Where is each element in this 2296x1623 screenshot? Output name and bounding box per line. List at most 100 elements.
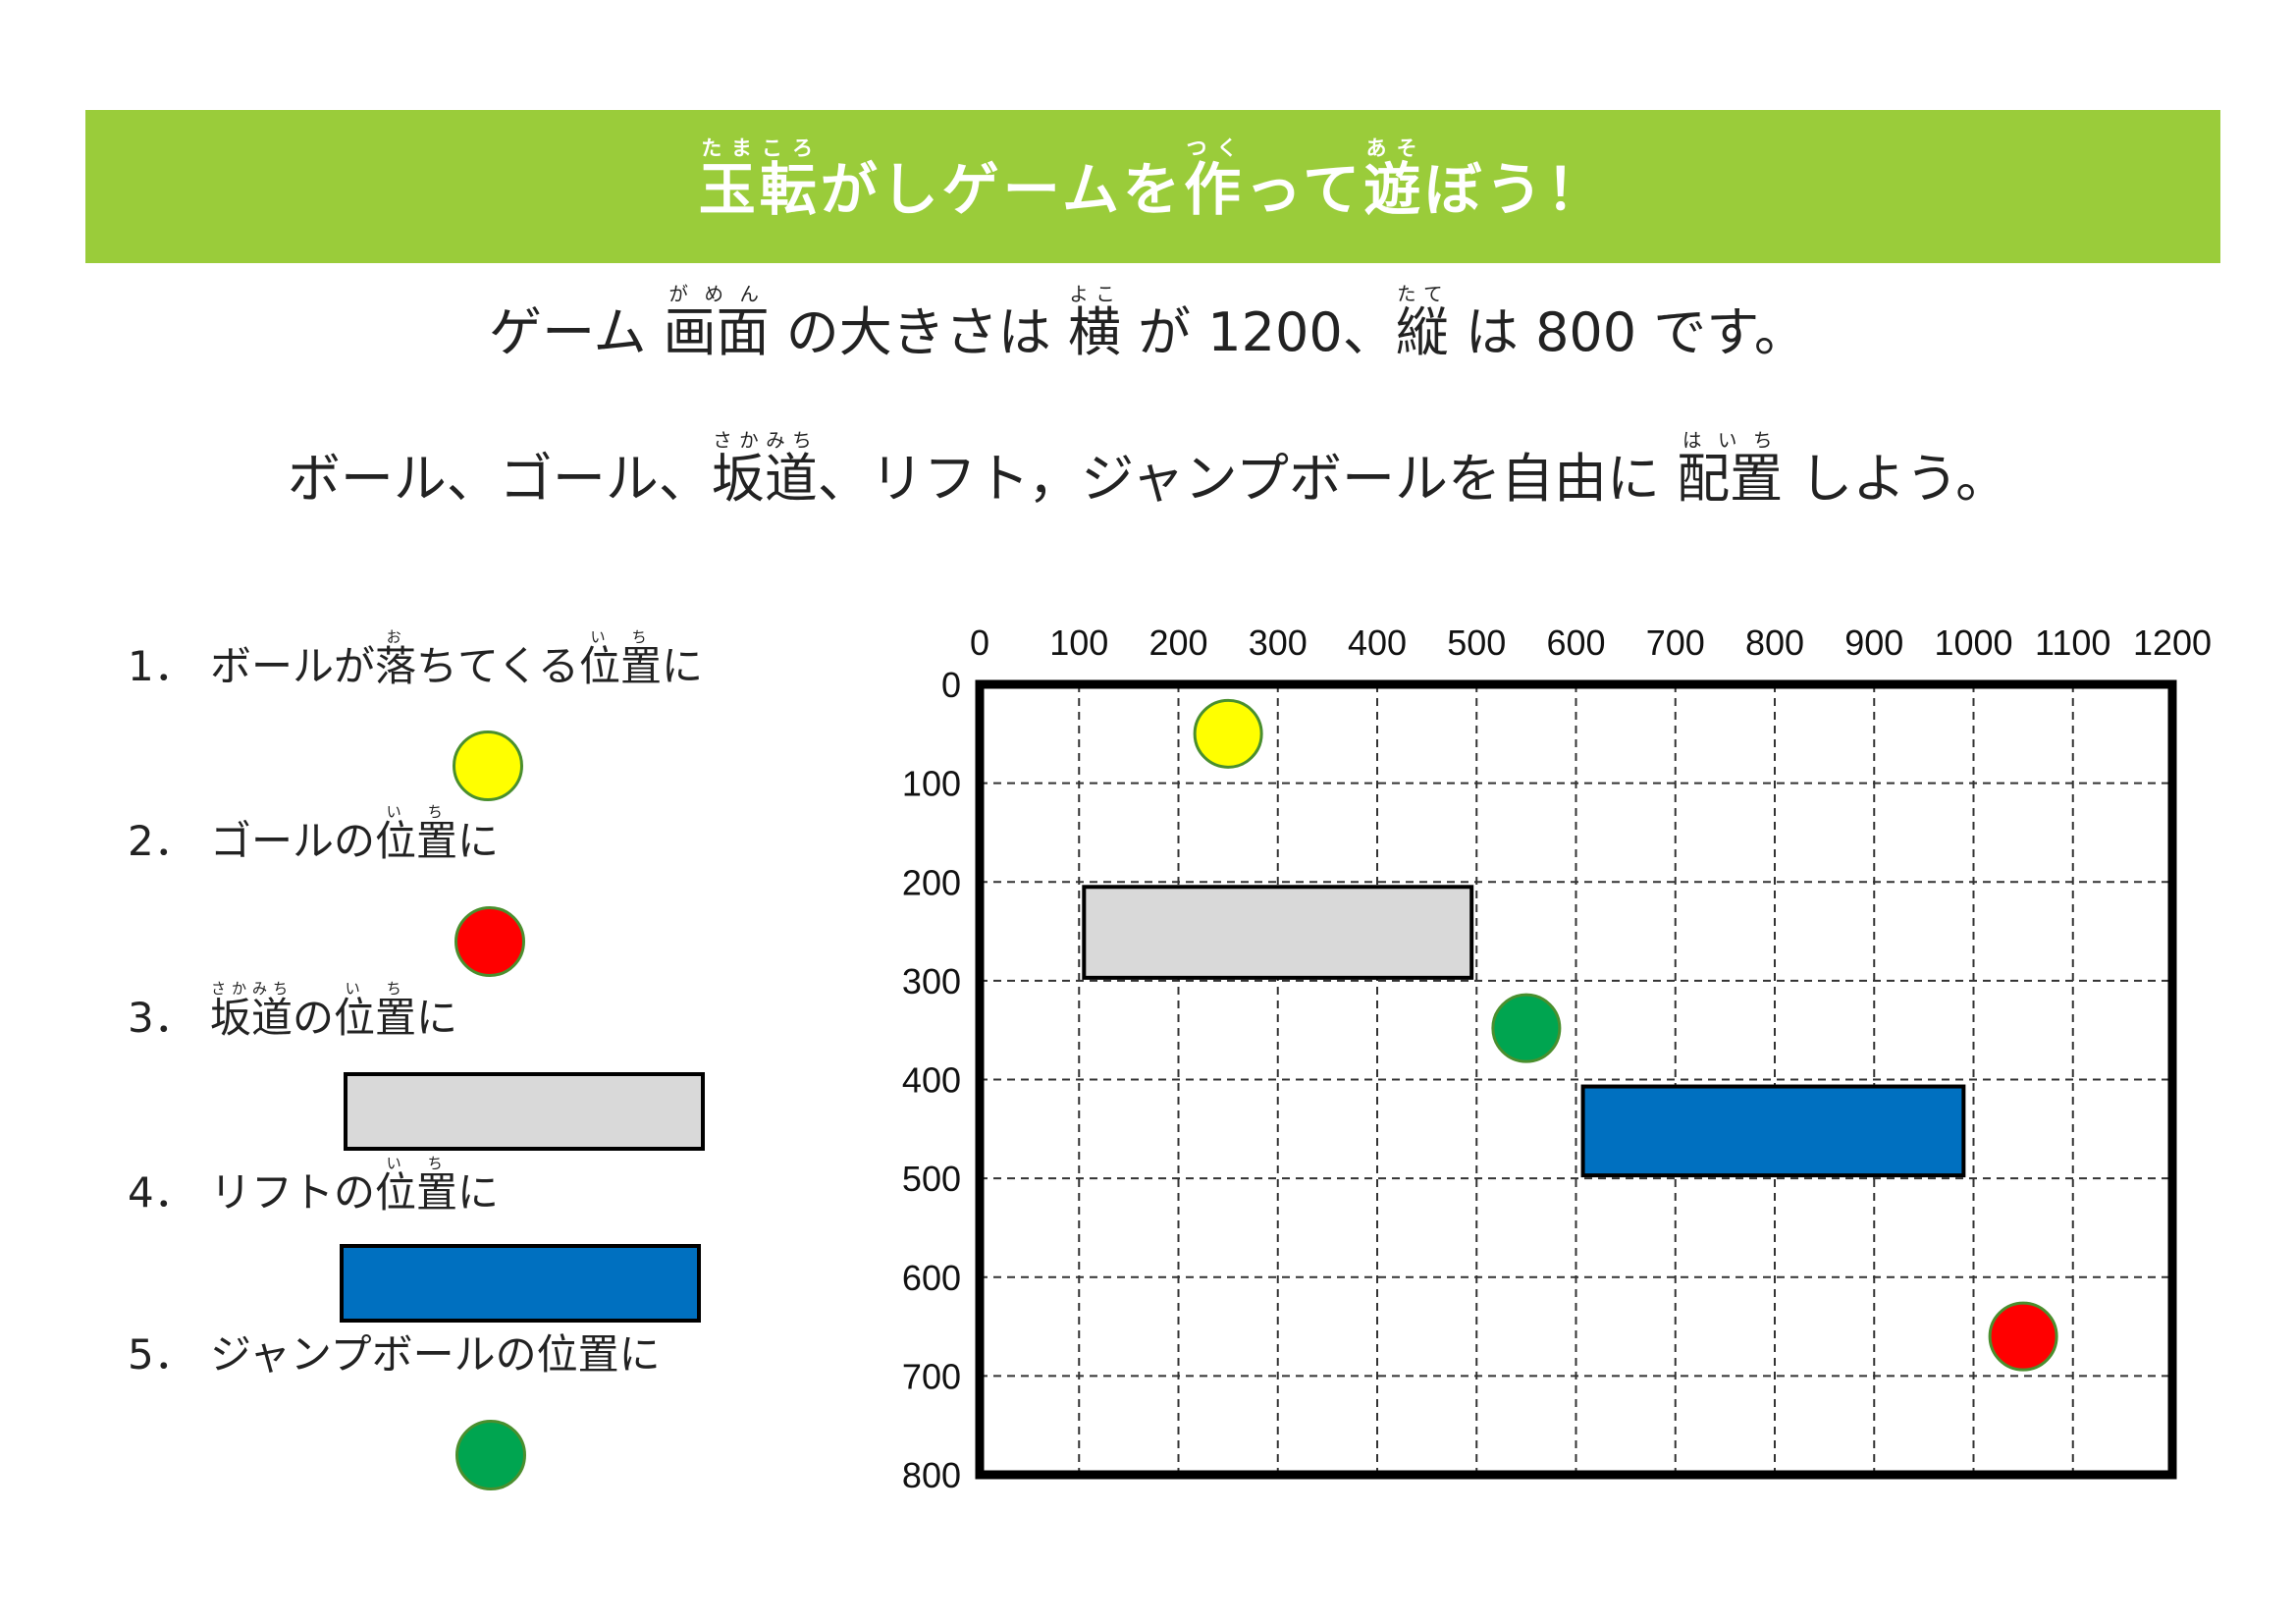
step-5-number: 5．	[128, 1330, 195, 1379]
x-tick-label-0: 0	[970, 622, 989, 663]
y-tick-label-600: 600	[902, 1258, 961, 1298]
ruby-ichi: 位置いち	[334, 980, 417, 1042]
step-3-number: 3．	[128, 994, 195, 1042]
step-2-c: に	[457, 817, 500, 865]
x-tick-label-900: 900	[1844, 622, 1903, 663]
title-part2: って	[1245, 156, 1364, 224]
step-3-label: 3． 坂道さかみちの位置いちに	[128, 980, 457, 1051]
x-tick-label-1200: 1200	[2133, 622, 2212, 663]
intro1-ruby-gamen: がめん	[663, 283, 770, 305]
intro1-b: の大きさは	[769, 301, 1068, 363]
x-tick-label-1000: 1000	[1934, 622, 2012, 663]
title-kanji-aso: 遊	[1363, 156, 1425, 224]
intro2-c: しよう。	[1783, 448, 2009, 510]
grid-ball	[1193, 698, 1263, 769]
x-tick-label-200: 200	[1148, 622, 1207, 663]
steps-legend: 1． ボールが落おちてくる位置いちに 2． ゴールの位置いちに 3． 坂道さかみちの位…	[128, 628, 775, 1512]
step-2-number: 2．	[128, 817, 195, 865]
step-4-ruby-ichi: いち	[375, 1155, 458, 1172]
step-1-ruby-ichi: いち	[578, 628, 662, 646]
intro-instructions: ボール、ゴール、坂道さかみち、リフト，ジャンプボールを自由に 配置はいち しよう…	[0, 429, 2296, 521]
step-1-kanji-ichi: 位置	[578, 642, 662, 690]
gray-slope-icon	[344, 1072, 705, 1151]
intro-screen-size: ゲーム 画面がめん の大きさは 横よこ が 1200、縦たて は 800 です。	[0, 283, 2296, 375]
ruby-o: 落お	[375, 628, 417, 690]
title-ruby-tsuku: つく	[1184, 136, 1246, 161]
ruby-sakamichi: 坂道さかみち	[711, 429, 818, 510]
step-4-a: リフトの	[210, 1168, 376, 1217]
yellow-ball-icon	[453, 730, 523, 801]
step-1-ruby-o: お	[375, 628, 417, 646]
page-title: 玉転たまころがしゲームを作つくって遊あそぼう！	[699, 136, 1607, 236]
y-tick-label-800: 800	[902, 1455, 961, 1495]
grid-border	[975, 679, 2177, 1480]
ruby-ichi: 位置いち	[578, 628, 662, 690]
y-tick-label-200: 200	[902, 862, 961, 902]
intro2-ruby-sakamichi: さかみち	[711, 429, 818, 452]
intro1-a: ゲーム	[489, 301, 664, 363]
ruby-ichi: 位置いち	[375, 803, 458, 865]
step-1-number: 1．	[128, 642, 195, 690]
y-tick-label-0: 0	[941, 665, 961, 705]
ruby-sakamichi: 坂道さかみち	[210, 980, 294, 1042]
intro2-ruby-haichi: はいち	[1677, 429, 1784, 452]
step-3-ruby-sakamichi: さかみち	[210, 980, 293, 998]
intro1-kanji-yoko: 横	[1067, 301, 1121, 363]
intro1-ruby-tate: たて	[1395, 283, 1449, 305]
x-tick-label-1100: 1100	[2035, 622, 2110, 663]
step-2-label: 2． ゴールの位置いちに	[128, 803, 499, 874]
y-tick-label-700: 700	[902, 1356, 961, 1396]
intro1-ruby-yoko: よこ	[1067, 283, 1121, 305]
intro1-c: が 1200、	[1120, 301, 1396, 363]
step-1-b: ちてくる	[416, 642, 579, 690]
title-kanji-tsuku: 作	[1184, 156, 1246, 224]
grid-goal	[1988, 1301, 2058, 1372]
y-tick-label-500: 500	[902, 1159, 961, 1199]
title-part3: ぼう！	[1424, 156, 1608, 224]
step-2-kanji-ichi: 位置	[375, 817, 458, 865]
x-tick-label-800: 800	[1745, 622, 1804, 663]
y-tick-label-100: 100	[902, 764, 961, 804]
ruby-haichi: 配置はいち	[1677, 429, 1784, 510]
step-1-c: に	[661, 642, 703, 690]
ruby-aso: 遊あそ	[1363, 136, 1425, 224]
y-tick-label-300: 300	[902, 961, 961, 1001]
step-1-label: 1． ボールが落おちてくる位置いちに	[128, 628, 703, 699]
title-part1: がしゲームを	[820, 156, 1185, 224]
step-4-c: に	[457, 1168, 500, 1217]
step-3-kanji-ichi: 位置	[334, 994, 417, 1042]
step-1-kanji-o: 落	[375, 642, 417, 690]
step-4-kanji-ichi: 位置	[375, 1168, 458, 1217]
step-4-label: 4． リフトの位置いちに	[128, 1155, 499, 1225]
title-banner: 玉転たまころがしゲームを作つくって遊あそぼう！	[85, 110, 2220, 263]
step-4-number: 4．	[128, 1168, 195, 1217]
ruby-yoko: 横よこ	[1067, 283, 1121, 363]
step-3-kanji-sakamichi: 坂道	[210, 994, 294, 1042]
step-5-a: ジャンプボールの位置に	[210, 1330, 661, 1379]
step-3-a: の	[293, 994, 335, 1042]
red-goal-icon	[454, 906, 525, 977]
title-kanji-tamakoro: 玉転	[698, 156, 821, 224]
step-2-a: ゴールの	[210, 817, 376, 865]
ruby-ichi: 位置いち	[375, 1155, 458, 1217]
step-3-ruby-ichi: いち	[334, 980, 417, 998]
intro1-kanji-gamen: 画面	[663, 301, 770, 363]
intro2-kanji-sakamichi: 坂道	[711, 448, 818, 510]
y-tick-label-400: 400	[902, 1060, 961, 1101]
blue-lift-icon	[340, 1244, 701, 1323]
grid-lift	[1580, 1084, 1966, 1178]
x-tick-label-100: 100	[1049, 622, 1108, 663]
intro1-kanji-tate: 縦	[1395, 301, 1449, 363]
x-tick-label-300: 300	[1249, 622, 1308, 663]
ruby-tamakoro: 玉転たまころ	[698, 136, 821, 224]
intro2-b: 、リフト，ジャンプボールを自由に	[817, 448, 1678, 510]
grid-slope	[1082, 885, 1474, 980]
ruby-tate: 縦たて	[1395, 283, 1449, 363]
ruby-tsuku: 作つく	[1184, 136, 1246, 224]
x-tick-label-400: 400	[1348, 622, 1407, 663]
x-tick-label-700: 700	[1646, 622, 1705, 663]
ruby-gamen: 画面がめん	[663, 283, 770, 363]
intro2-kanji-haichi: 配置	[1677, 448, 1784, 510]
intro1-d: は 800 です。	[1448, 301, 1807, 363]
intro2-a: ボール、ゴール、	[287, 448, 712, 510]
